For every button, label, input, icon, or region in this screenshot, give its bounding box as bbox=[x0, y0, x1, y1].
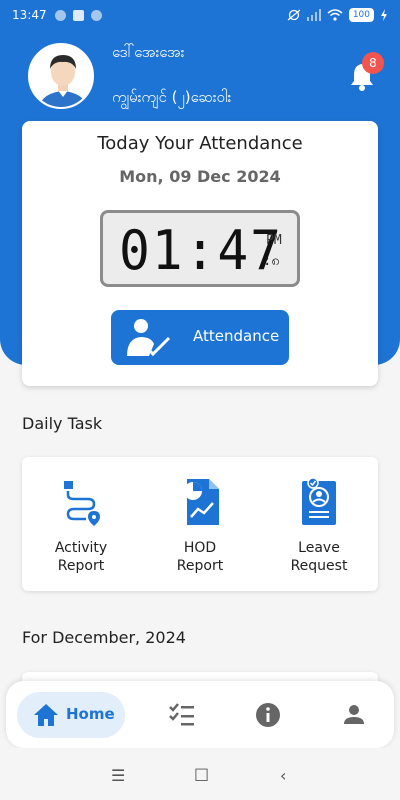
home-icon bbox=[34, 704, 58, 726]
clock-time: 01:47 bbox=[119, 219, 283, 282]
task-label-line1: Activity bbox=[54, 540, 108, 556]
signal-icon bbox=[306, 9, 321, 21]
avatar[interactable] bbox=[28, 43, 94, 109]
task-label-line2: Request bbox=[290, 558, 348, 574]
hod-report-icon bbox=[184, 479, 219, 525]
attendance-card: Today Your Attendance Mon, 09 Dec 2024 0… bbox=[22, 121, 378, 386]
task-activity-report[interactable]: Activity Report bbox=[22, 477, 140, 575]
attendance-button[interactable]: Attendance bbox=[111, 310, 289, 365]
attendance-button-label: Attendance bbox=[193, 327, 280, 345]
app-notification-icon bbox=[72, 9, 84, 21]
task-label-line1: Leave bbox=[298, 540, 340, 556]
daily-task-title: Daily Task bbox=[22, 414, 103, 433]
nav-home[interactable]: Home bbox=[17, 692, 125, 738]
task-label-line2: Report bbox=[176, 558, 224, 574]
digital-clock: 01:47 PM :၈ bbox=[100, 210, 300, 287]
status-time: 13:47 bbox=[12, 8, 47, 22]
daily-task-card: Activity Report HOD Report Leave Request bbox=[22, 457, 378, 591]
bottom-navigation: Home bbox=[6, 681, 394, 748]
task-label-line1: HOD bbox=[183, 540, 217, 556]
charging-icon bbox=[381, 9, 387, 21]
alarm-icon bbox=[287, 9, 301, 21]
leave-request-icon bbox=[302, 477, 336, 525]
info-icon[interactable] bbox=[254, 701, 282, 729]
battery-level: 100 bbox=[348, 8, 374, 22]
wifi-icon bbox=[327, 9, 343, 21]
nav-home-label: Home bbox=[66, 705, 115, 723]
back-icon[interactable]: ‹ bbox=[280, 766, 286, 785]
attendance-title: Today Your Attendance bbox=[97, 133, 303, 154]
tasks-icon[interactable] bbox=[168, 701, 196, 729]
notification-dot-icon bbox=[54, 9, 66, 21]
status-bar: 13:47 100 bbox=[0, 0, 400, 30]
menu-icon[interactable]: ☰ bbox=[111, 766, 125, 785]
clock-ampm: PM bbox=[266, 233, 282, 248]
activity-report-icon bbox=[64, 481, 100, 526]
user-name: ဒေါ်အေးအေး bbox=[112, 43, 185, 61]
month-section-title: For December, 2024 bbox=[22, 628, 186, 647]
system-navigation-bar: ☰ □ ‹ bbox=[0, 748, 400, 800]
notification-badge: 8 bbox=[362, 52, 384, 74]
user-department: ကျွမ်းကျင် (၂)ဆေးဝါး bbox=[112, 88, 232, 106]
attendance-date: Mon, 09 Dec 2024 bbox=[119, 167, 281, 186]
home-square-icon[interactable]: □ bbox=[194, 764, 209, 783]
task-hod-report[interactable]: HOD Report bbox=[141, 477, 259, 575]
notification-dot-icon bbox=[90, 9, 102, 21]
task-label-line2: Report bbox=[57, 558, 105, 574]
task-leave-request[interactable]: Leave Request bbox=[260, 477, 378, 575]
profile-icon[interactable] bbox=[340, 701, 368, 729]
clock-seconds: :၈ bbox=[263, 253, 280, 269]
attendance-check-icon bbox=[127, 319, 171, 357]
